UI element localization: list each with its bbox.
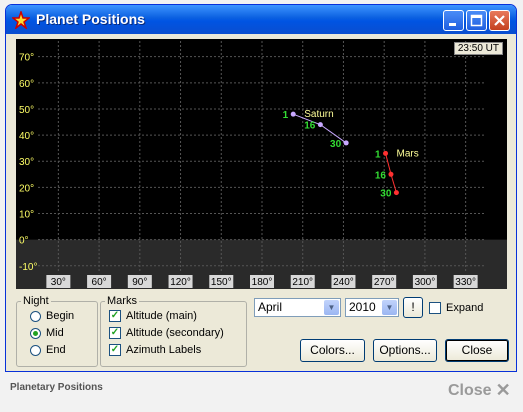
y-tick-label: 40° [19, 131, 34, 142]
star-app-icon [12, 11, 30, 29]
planet-positions-window: Planet Positions 70° 60° 50° 40° 30° 20° 10° 0°… [5, 4, 517, 372]
title-bar: Planet Positions [6, 5, 516, 34]
point-label: 30 [380, 189, 392, 200]
y-tick-label: 10° [19, 210, 34, 221]
radio-begin[interactable]: Begin [30, 310, 74, 322]
x-tick-label: 150° [211, 277, 232, 288]
checkbox-altitude-secondary[interactable]: ✓ Altitude (secondary) [109, 327, 224, 339]
night-legend: Night [23, 295, 49, 307]
point-label: 1 [283, 110, 289, 121]
radio-end-label: End [46, 344, 66, 356]
x-tick-label: 60° [92, 277, 107, 288]
maximize-button[interactable] [466, 10, 487, 31]
chart-plot: 70° 60° 50° 40° 30° 20° 10° 0° -10° 30° 60° 90° 120°… [16, 41, 507, 289]
azimuth-labels-label: Azimuth Labels [126, 344, 202, 356]
year-select[interactable]: 2010 ▼ [345, 298, 399, 317]
radio-indicator [30, 310, 41, 322]
x-tick-label: 210° [292, 277, 313, 288]
series-name-label: Saturn [304, 109, 333, 120]
check-icon: ✓ [109, 344, 121, 356]
checkbox-altitude-main[interactable]: ✓ Altitude (main) [109, 310, 197, 322]
check-icon: ✓ [109, 310, 121, 322]
point-label: 16 [375, 170, 387, 181]
close-button[interactable]: Close [445, 339, 509, 362]
x-tick-label: 270° [374, 277, 395, 288]
expand-label: Expand [446, 302, 484, 314]
x-tick-label: 180° [252, 277, 273, 288]
y-tick-label: 0° [19, 236, 29, 247]
chevron-down-icon: ▼ [382, 300, 397, 315]
footer-close-button[interactable]: Close ✕ [448, 380, 511, 401]
close-window-button[interactable] [489, 10, 510, 31]
time-readout: 23:50 UT [453, 42, 503, 55]
window-title: Planet Positions [36, 11, 145, 27]
checkbox-expand[interactable]: Expand [429, 302, 483, 314]
colors-button[interactable]: Colors... [300, 339, 365, 362]
planet-chart: 70° 60° 50° 40° 30° 20° 10° 0° -10° 30° 60° 90° 120°… [16, 39, 507, 289]
y-tick-label: 60° [19, 79, 34, 90]
check-icon: ✓ [109, 327, 121, 339]
footer-title: Planetary Positions [10, 382, 103, 393]
close-x-icon: ✕ [495, 380, 511, 400]
x-tick-label: 300° [415, 277, 436, 288]
marks-legend: Marks [107, 295, 137, 307]
y-tick-label: -10° [19, 262, 37, 273]
chevron-down-icon: ▼ [324, 300, 339, 315]
radio-mid[interactable]: Mid [30, 327, 64, 339]
data-point [383, 150, 389, 156]
bang-button[interactable]: ! [403, 297, 423, 318]
footer-close-label: Close [448, 381, 492, 399]
y-tick-label: 30° [19, 157, 34, 168]
point-label: 30 [330, 139, 342, 150]
altitude-main-label: Altitude (main) [126, 310, 197, 322]
radio-indicator [30, 327, 41, 339]
y-tick-label: 20° [19, 183, 34, 194]
data-point [317, 122, 323, 128]
minimize-icon [449, 23, 456, 26]
month-value: April [258, 300, 283, 314]
maximize-icon [470, 14, 483, 27]
close-icon [494, 15, 505, 26]
data-point [343, 140, 349, 146]
data-point [290, 111, 296, 117]
point-label: 1 [375, 149, 381, 160]
options-button[interactable]: Options... [373, 339, 437, 362]
y-tick-label: 50° [19, 105, 34, 116]
radio-begin-label: Begin [46, 310, 75, 322]
x-tick-label: 90° [132, 277, 147, 288]
x-tick-label: 30° [51, 277, 66, 288]
data-point [388, 171, 394, 177]
checkbox-box [429, 302, 441, 314]
altitude-secondary-label: Altitude (secondary) [126, 327, 224, 339]
point-label: 16 [304, 121, 316, 132]
x-tick-label: 330° [455, 277, 476, 288]
x-tick-label: 240° [333, 277, 354, 288]
series-name-label: Mars [397, 148, 419, 159]
x-tick-label: 120° [170, 277, 191, 288]
radio-mid-label: Mid [46, 327, 64, 339]
checkbox-azimuth-labels[interactable]: ✓ Azimuth Labels [109, 344, 201, 356]
year-value: 2010 [349, 300, 376, 314]
radio-indicator [30, 344, 41, 356]
radio-end[interactable]: End [30, 344, 66, 356]
data-point [393, 190, 399, 196]
minimize-button[interactable] [443, 10, 464, 31]
month-select[interactable]: April ▼ [254, 298, 341, 317]
y-tick-label: 70° [19, 53, 34, 64]
